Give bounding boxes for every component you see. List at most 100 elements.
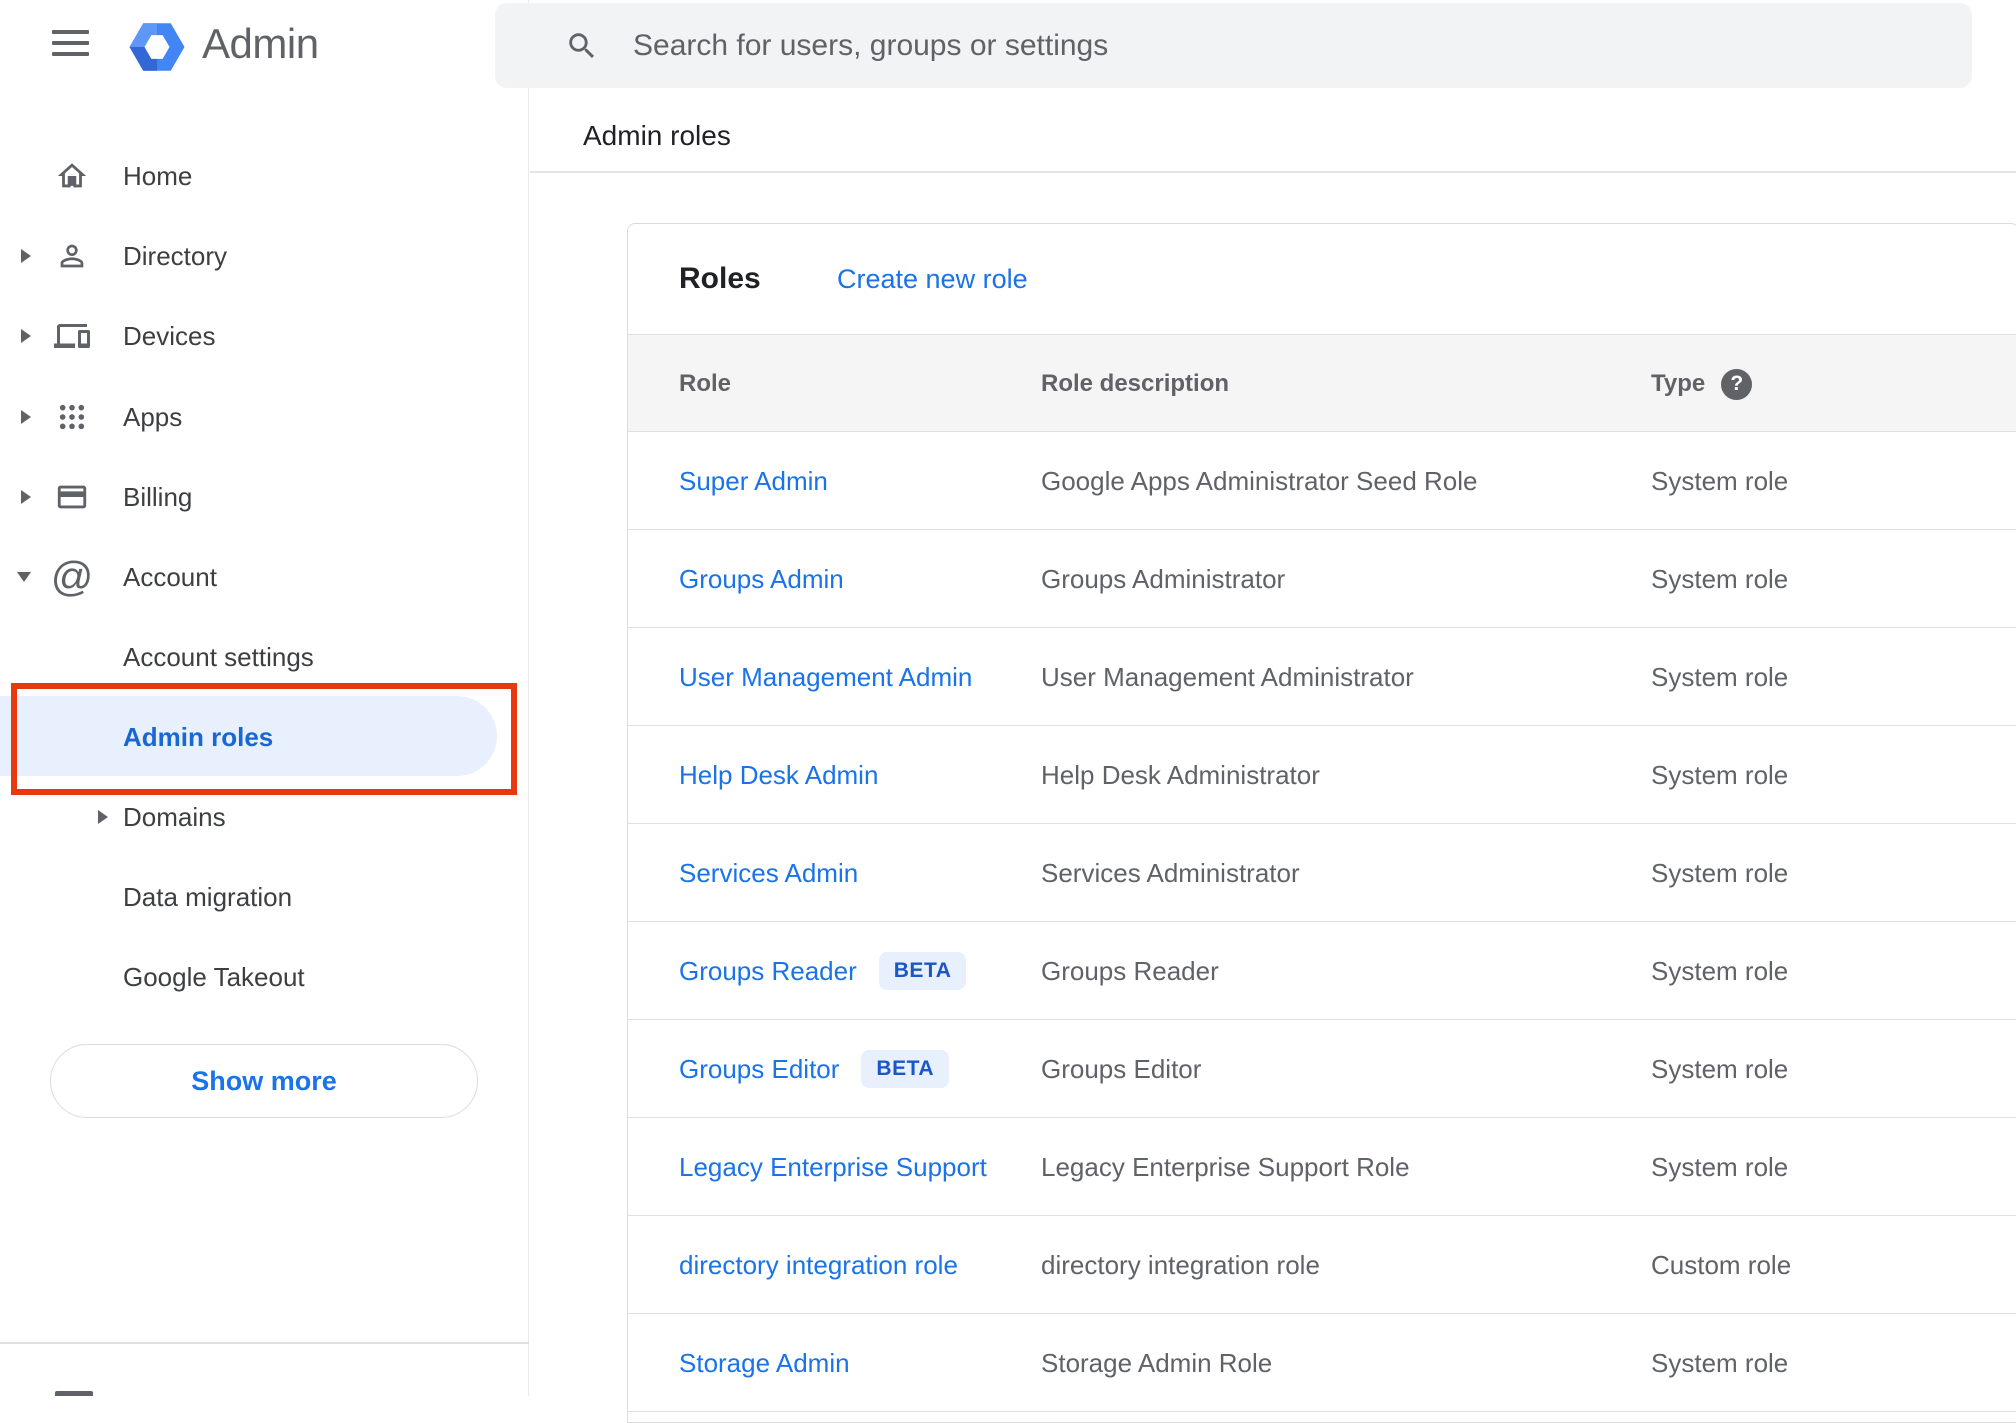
sidebar-item-google-takeout[interactable]: Google Takeout: [0, 937, 528, 1017]
person-icon: [54, 238, 90, 274]
sidebar-item-label: Data migration: [123, 881, 293, 912]
home-icon: [54, 158, 90, 194]
role-cell: Groups Admin: [679, 530, 844, 628]
role-type-cell: System role: [1651, 661, 1789, 692]
role-cell: Groups Editor BETA: [679, 1020, 950, 1118]
chevron-right-icon[interactable]: [21, 329, 31, 343]
role-type-cell: System role: [1651, 563, 1789, 594]
sidebar-item-label: Billing: [123, 481, 193, 512]
role-description-cell: User Management Administrator: [1041, 661, 1414, 692]
sidebar-divider: [0, 1342, 529, 1344]
role-link[interactable]: Groups Reader: [679, 956, 857, 987]
column-header-type: Type ?: [1651, 335, 1753, 433]
search-bar[interactable]: [495, 3, 1972, 88]
role-description-cell: Help Desk Administrator: [1041, 759, 1320, 790]
chevron-right-icon[interactable]: [21, 410, 31, 424]
role-link[interactable]: Groups Editor: [679, 1054, 839, 1085]
roles-table-body: Super Admin Google Apps Administrator See…: [628, 432, 2016, 1412]
sidebar-item-label: Account settings: [123, 641, 314, 672]
table-row: Groups Editor BETA Groups Editor System rol…: [628, 1020, 2016, 1118]
role-type-cell: System role: [1651, 465, 1789, 496]
role-link[interactable]: Super Admin: [679, 466, 828, 497]
sidebar-item-directory[interactable]: Directory: [0, 216, 528, 296]
search-input[interactable]: [633, 3, 1933, 88]
partial-icon: [55, 1391, 93, 1396]
role-link[interactable]: Help Desk Admin: [679, 760, 878, 791]
role-cell: Legacy Enterprise Support: [679, 1118, 987, 1216]
table-row: Storage Admin Storage Admin Role System ro…: [628, 1314, 2016, 1412]
sidebar-item-label: Apps: [123, 401, 183, 432]
sidebar-item-label: Google Takeout: [123, 961, 305, 992]
table-row: directory integration role directory inte…: [628, 1216, 2016, 1314]
chevron-down-icon[interactable]: [17, 572, 31, 582]
role-cell: Help Desk Admin: [679, 726, 878, 824]
card-header: Roles Create new role: [628, 224, 2016, 334]
role-description-cell: Groups Reader: [1041, 955, 1219, 986]
card-title: Roles: [679, 262, 761, 295]
sidebar-item-apps[interactable]: Apps: [0, 377, 528, 457]
table-row: Groups Admin Groups Administrator System r…: [628, 530, 2016, 628]
sidebar-item-home[interactable]: Home: [0, 136, 528, 216]
table-row: Legacy Enterprise Support Legacy Enterpri…: [628, 1118, 2016, 1216]
role-description-cell: Legacy Enterprise Support Role: [1041, 1151, 1410, 1182]
role-type-cell: System role: [1651, 1347, 1789, 1378]
role-description-cell: directory integration role: [1041, 1249, 1320, 1280]
sidebar-item-billing[interactable]: Billing: [0, 457, 528, 537]
page-divider: [530, 171, 2016, 173]
role-type-cell: System role: [1651, 955, 1789, 986]
column-header-role: Role: [679, 370, 732, 397]
sidebar-item-label: Devices: [123, 320, 216, 351]
chevron-right-icon[interactable]: [21, 490, 31, 504]
role-link[interactable]: Legacy Enterprise Support: [679, 1152, 987, 1183]
role-description-cell: Services Administrator: [1041, 857, 1300, 888]
sidebar-item-data-migration[interactable]: Data migration: [0, 857, 528, 937]
table-row: User Management Admin User Management Adm…: [628, 628, 2016, 726]
sidebar-item-devices[interactable]: Devices: [0, 296, 528, 376]
role-description-cell: Google Apps Administrator Seed Role: [1041, 465, 1478, 496]
role-type-cell: System role: [1651, 1053, 1789, 1084]
show-more-button[interactable]: Show more: [50, 1044, 478, 1118]
sidebar-item-account[interactable]: @ Account: [0, 537, 528, 617]
role-cell: Super Admin: [679, 432, 828, 530]
apps-icon: [54, 399, 90, 435]
at-sign-icon: @: [50, 553, 94, 600]
breadcrumb: Admin roles: [583, 120, 731, 151]
column-header-role-description: Role description: [1041, 370, 1230, 397]
credit-card-icon: [54, 479, 90, 515]
role-type-cell: System role: [1651, 857, 1789, 888]
role-description-cell: Groups Editor: [1041, 1053, 1202, 1084]
role-type-cell: Custom role: [1651, 1249, 1792, 1280]
help-icon[interactable]: ?: [1721, 368, 1753, 400]
role-link[interactable]: Groups Admin: [679, 564, 844, 595]
role-description-cell: Storage Admin Role: [1041, 1347, 1273, 1378]
menu-icon[interactable]: [52, 30, 89, 56]
role-description-cell: Groups Administrator: [1041, 563, 1286, 594]
role-cell: User Management Admin: [679, 628, 972, 726]
role-link[interactable]: User Management Admin: [679, 662, 972, 693]
table-row: Super Admin Google Apps Administrator See…: [628, 432, 2016, 530]
table-header-row: Role Role description Type ?: [628, 334, 2016, 432]
sidebar-item-label: Domains: [123, 801, 226, 832]
role-type-cell: System role: [1651, 1151, 1789, 1182]
sidebar-item-label: Account: [123, 561, 217, 592]
role-link[interactable]: Storage Admin: [679, 1348, 850, 1379]
role-cell: Storage Admin: [679, 1314, 850, 1412]
role-cell: Groups Reader BETA: [679, 922, 967, 1020]
table-row: Help Desk Admin Help Desk Administrator Sy…: [628, 726, 2016, 824]
annotation-red-box: [11, 683, 517, 795]
sidebar-item-label: Home: [123, 160, 193, 191]
role-cell: directory integration role: [679, 1216, 958, 1314]
beta-badge: BETA: [861, 1050, 950, 1088]
beta-badge: BETA: [878, 952, 967, 990]
create-new-role-link[interactable]: Create new role: [837, 224, 1028, 334]
chevron-right-icon[interactable]: [21, 249, 31, 263]
devices-icon: [54, 318, 90, 354]
search-icon: [565, 29, 599, 68]
role-link[interactable]: directory integration role: [679, 1250, 958, 1281]
role-cell: Services Admin: [679, 824, 858, 922]
chevron-right-icon[interactable]: [98, 810, 108, 824]
role-link[interactable]: Services Admin: [679, 858, 858, 889]
admin-logo-icon: [126, 17, 188, 82]
role-type-cell: System role: [1651, 759, 1789, 790]
table-row: Groups Reader BETA Groups Reader System rol…: [628, 922, 2016, 1020]
